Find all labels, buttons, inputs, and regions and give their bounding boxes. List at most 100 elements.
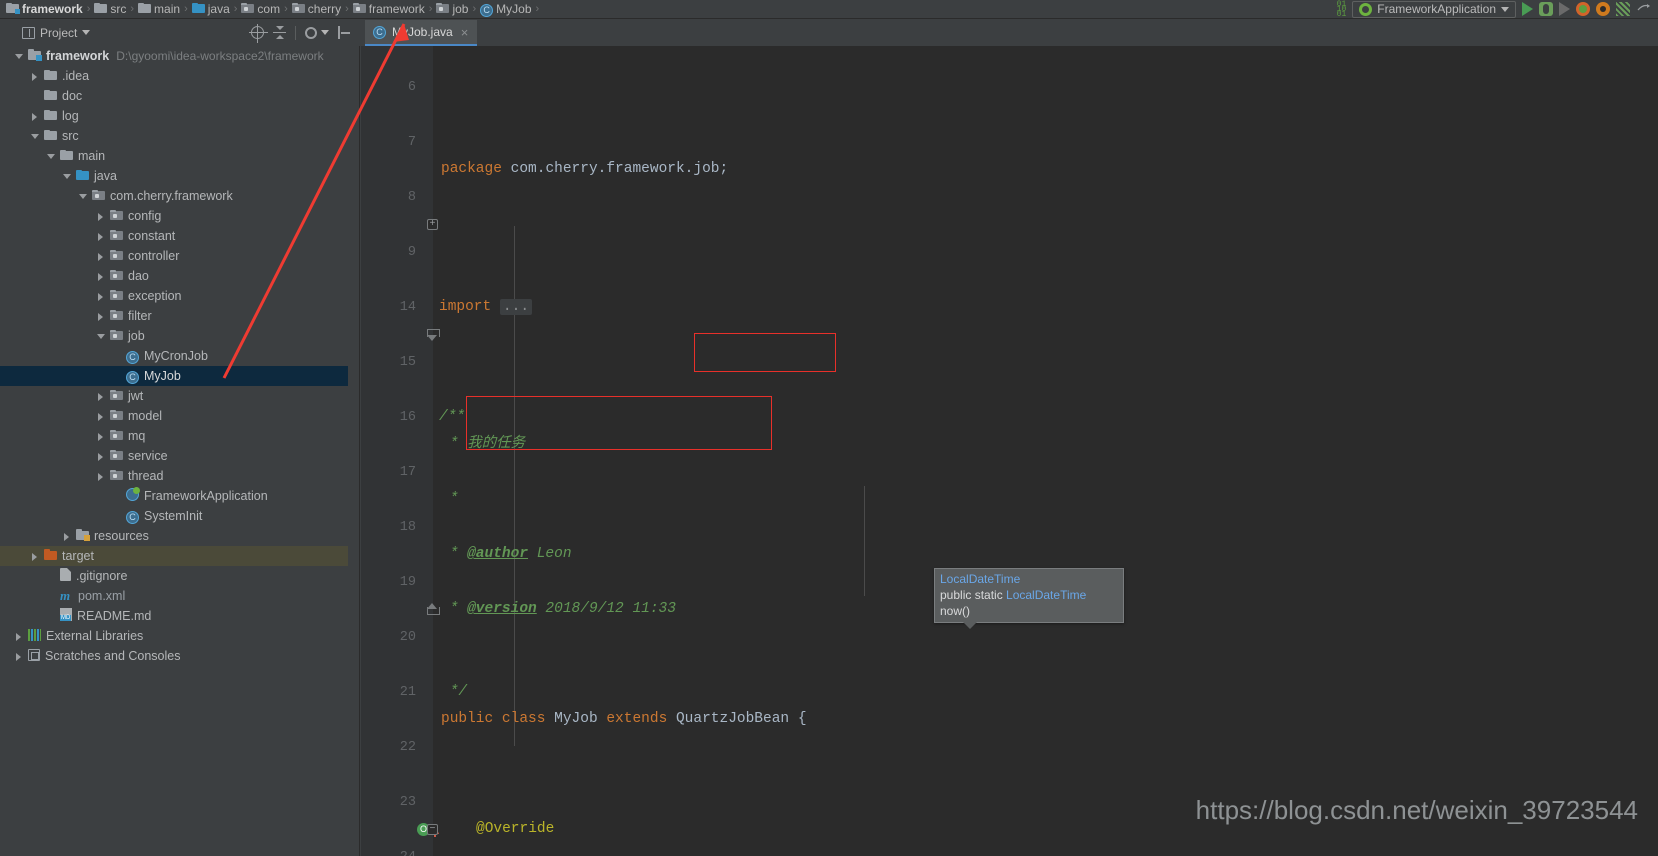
tree-item-dao[interactable]: dao: [12, 266, 360, 286]
run-dashboard-button[interactable]: [1616, 2, 1630, 16]
tree-item-systeminit[interactable]: C SystemInit: [12, 506, 360, 526]
project-view-selector[interactable]: Project: [0, 26, 91, 40]
chevron-right-icon[interactable]: [96, 471, 107, 482]
binary-toggle-icon[interactable]: 01 10 01: [1337, 0, 1347, 18]
tree-item-model[interactable]: model: [12, 406, 360, 426]
editor-tab-bar: C MyJob.java ×: [360, 19, 1658, 46]
run-configuration-label: FrameworkApplication: [1377, 2, 1496, 16]
tree-item-frameworkapplication[interactable]: FrameworkApplication: [12, 486, 360, 506]
fold-collapse-icon[interactable]: [427, 329, 440, 341]
chevron-down-icon[interactable]: [14, 51, 25, 62]
tree-item-jwt[interactable]: jwt: [12, 386, 360, 406]
tree-item-mq[interactable]: mq: [12, 426, 360, 446]
tree-item-java[interactable]: java: [12, 166, 360, 186]
debug-button[interactable]: [1539, 2, 1553, 16]
code-editor[interactable]: 6 7 package com.cherry.framework.job; 8 …: [361, 46, 1658, 856]
chevron-right-icon[interactable]: [96, 431, 107, 442]
chevron-down-icon[interactable]: [321, 30, 329, 35]
chevron-right-icon[interactable]: [96, 251, 107, 262]
chevron-down-icon[interactable]: [46, 151, 57, 162]
tree-item-constant[interactable]: constant: [12, 226, 360, 246]
hide-icon[interactable]: [338, 26, 351, 39]
chevron-right-icon[interactable]: [30, 71, 41, 82]
project-icon: [22, 26, 35, 39]
fold-collapse-icon[interactable]: −: [427, 824, 438, 835]
profile-button[interactable]: [1596, 2, 1610, 16]
rerun-button[interactable]: [1559, 2, 1570, 16]
folded-imports[interactable]: ...: [499, 298, 533, 315]
tree-item-pomxml[interactable]: m pom.xml: [12, 586, 360, 606]
tree-item-scratches-and-consoles[interactable]: Scratches and Consoles: [12, 646, 360, 666]
chevron-down-icon[interactable]: [78, 191, 89, 202]
editor-tab-myjob[interactable]: C MyJob.java ×: [365, 20, 478, 46]
chevron-down-icon[interactable]: [30, 131, 41, 142]
breadcrumb-item-framework[interactable]: framework: [6, 0, 83, 19]
code-text[interactable]: 6 7 package com.cherry.framework.job; 8 …: [361, 46, 1658, 856]
chevron-right-icon[interactable]: [14, 651, 25, 662]
source-folder-icon: [191, 2, 205, 16]
tree-item-label: src: [62, 129, 79, 143]
chevron-right-icon[interactable]: [96, 411, 107, 422]
breadcrumb-item-framework-pkg[interactable]: framework: [352, 0, 425, 19]
breadcrumb-item-com[interactable]: com: [241, 0, 280, 19]
tree-item-exception[interactable]: exception: [12, 286, 360, 306]
tree-item-idea[interactable]: .idea: [12, 66, 360, 86]
tree-item-controller[interactable]: controller: [12, 246, 360, 266]
package-icon: [110, 469, 123, 483]
chevron-right-icon[interactable]: [14, 631, 25, 642]
chevron-down-icon[interactable]: [62, 171, 73, 182]
breadcrumb-item-cherry[interactable]: cherry: [291, 0, 341, 19]
tree-item-src[interactable]: src: [12, 126, 360, 146]
close-icon[interactable]: ×: [461, 26, 469, 39]
tree-item-log[interactable]: log: [12, 106, 360, 126]
tree-item-filter[interactable]: filter: [12, 306, 360, 326]
fold-expand-icon[interactable]: +: [427, 219, 438, 230]
run-button[interactable]: [1522, 2, 1533, 16]
breadcrumb-item-src[interactable]: src: [94, 0, 126, 19]
run-configuration-selector[interactable]: FrameworkApplication: [1352, 0, 1516, 18]
chevron-right-icon[interactable]: [30, 551, 41, 562]
search-everywhere-icon[interactable]: [1636, 2, 1652, 16]
gear-icon[interactable]: [305, 26, 317, 39]
coverage-button[interactable]: [1576, 2, 1590, 16]
code-line-6: 6: [361, 46, 1658, 95]
project-tree: framework D:\gyoomi\idea-workspace2\fram…: [0, 46, 360, 666]
breadcrumb-label: job: [452, 2, 469, 16]
class-icon: C: [126, 369, 139, 384]
chevron-right-icon[interactable]: [30, 111, 41, 122]
collapse-all-icon[interactable]: [273, 26, 286, 39]
tree-item-config[interactable]: config: [12, 206, 360, 226]
chevron-down-icon[interactable]: [96, 331, 107, 342]
package-icon: [110, 249, 123, 263]
tree-item-mycronjob[interactable]: C MyCronJob: [12, 346, 360, 366]
tree-item-service[interactable]: service: [12, 446, 360, 466]
tree-item-com-cherry-framework[interactable]: com.cherry.framework: [12, 186, 360, 206]
tree-item-external-libraries[interactable]: External Libraries: [12, 626, 360, 646]
breadcrumb-item-main[interactable]: main: [138, 0, 180, 19]
tree-item-framework[interactable]: framework D:\gyoomi\idea-workspace2\fram…: [12, 46, 360, 66]
breadcrumb-item-job[interactable]: job: [436, 0, 468, 19]
tree-item-target[interactable]: target: [0, 546, 348, 566]
tree-item-gitignore[interactable]: .gitignore: [12, 566, 360, 586]
tree-item-readme[interactable]: MD README.md: [12, 606, 360, 626]
chevron-right-icon[interactable]: [96, 451, 107, 462]
breadcrumb-item-myjob[interactable]: C MyJob: [480, 0, 532, 19]
chevron-right-icon[interactable]: [96, 211, 107, 222]
tree-item-main[interactable]: main: [12, 146, 360, 166]
chevron-right-icon[interactable]: [62, 531, 73, 542]
locate-icon[interactable]: [249, 24, 268, 43]
breadcrumb-item-java[interactable]: java: [191, 0, 230, 19]
chevron-right-icon[interactable]: [96, 391, 107, 402]
chevron-right-icon[interactable]: [96, 231, 107, 242]
fold-end-icon[interactable]: [427, 603, 440, 615]
tree-item-resources[interactable]: resources: [12, 526, 360, 546]
spring-boot-icon: [1359, 2, 1373, 16]
chevron-right-icon[interactable]: [96, 311, 107, 322]
tree-item-thread[interactable]: thread: [12, 466, 360, 486]
tree-item-doc[interactable]: doc: [12, 86, 360, 106]
chevron-right-icon[interactable]: [96, 291, 107, 302]
chevron-right-icon[interactable]: [96, 271, 107, 282]
tree-item-myjob[interactable]: C MyJob: [0, 366, 348, 386]
tree-item-job[interactable]: job: [12, 326, 360, 346]
library-icon: [28, 628, 41, 644]
